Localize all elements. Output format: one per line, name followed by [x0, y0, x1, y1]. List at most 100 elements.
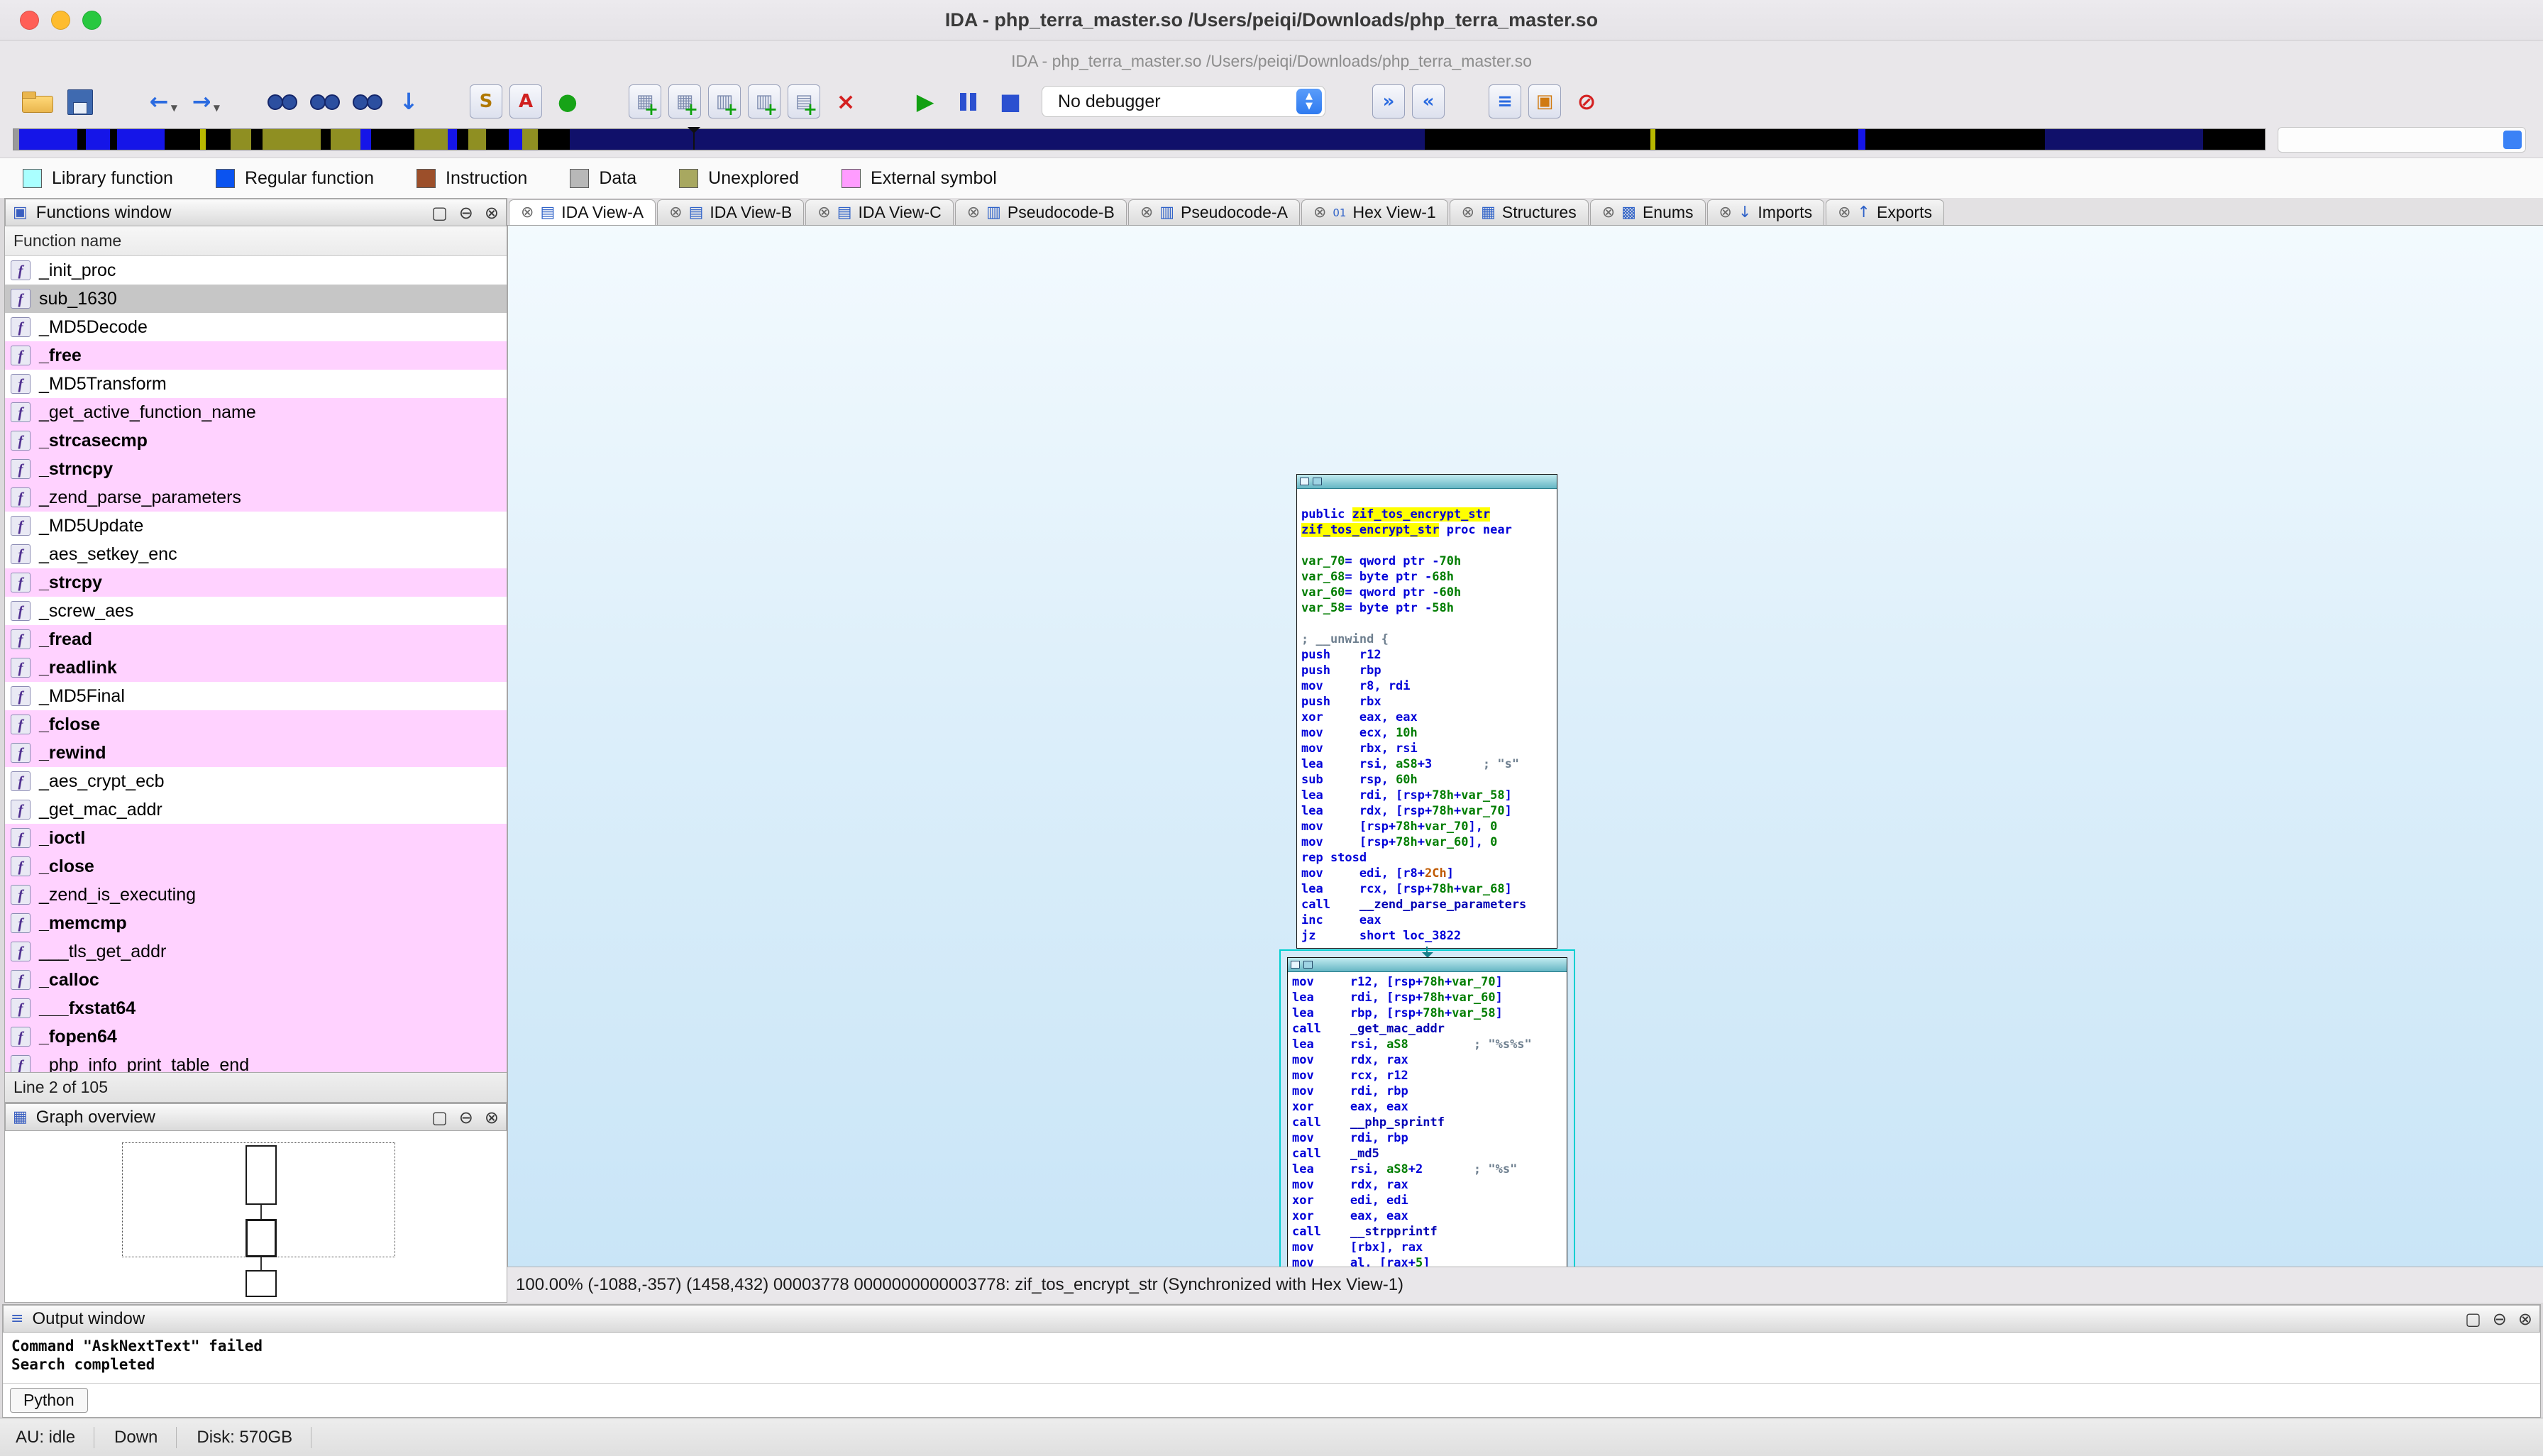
save-file-button[interactable] [60, 84, 99, 118]
output-log[interactable]: Command "AskNextText" failed Search compl… [3, 1333, 2540, 1383]
graph-overview-header[interactable]: ▦ Graph overview ▢ ⊖ ⊗ [5, 1103, 507, 1131]
debug-tool-2-button[interactable]: ▦ + [668, 84, 701, 119]
collapse-icon[interactable]: ⊖ [2493, 1309, 2507, 1329]
function-row-get-active-function-name[interactable]: f _get_active_function_name [5, 398, 507, 426]
tab-close-icon[interactable]: ⊗ [669, 204, 682, 221]
modules-button[interactable]: ▣ [1528, 84, 1561, 118]
close-window-button[interactable] [20, 11, 39, 30]
function-row-calloc[interactable]: f _calloc [5, 966, 507, 994]
function-row-php-info-print-table-end[interactable]: f _php_info_print_table_end [5, 1051, 507, 1072]
function-row-fopen64[interactable]: f _fopen64 [5, 1022, 507, 1051]
function-row-aes-crypt-ecb[interactable]: f _aes_crypt_ecb [5, 767, 507, 795]
minimize-window-button[interactable] [51, 11, 70, 30]
function-row-ioctl[interactable]: f _ioctl [5, 824, 507, 852]
function-row-sub-1630[interactable]: f sub_1630 [5, 285, 507, 313]
tab-close-icon[interactable]: ⊗ [1719, 204, 1732, 221]
tab-close-icon[interactable]: ⊗ [1462, 204, 1474, 221]
undock-icon[interactable]: ▢ [431, 203, 448, 223]
function-name-column-header[interactable]: Function name [5, 226, 507, 256]
function-row-md5transform[interactable]: f _MD5Transform [5, 370, 507, 398]
tab-imports[interactable]: ⊗ ↓ Imports [1706, 199, 1825, 225]
tab-close-icon[interactable]: ⊗ [521, 204, 534, 221]
function-row-zend-parse-parameters[interactable]: f _zend_parse_parameters [5, 483, 507, 512]
open-file-button[interactable] [17, 84, 57, 118]
close-panel-icon[interactable]: ⊗ [485, 203, 499, 223]
close-panel-icon[interactable]: ⊗ [2518, 1309, 2532, 1329]
tab-ida-view-c[interactable]: ⊗ ▤ IDA View-C [805, 199, 954, 225]
zoom-window-button[interactable] [82, 11, 101, 30]
tab-close-icon[interactable]: ⊗ [1602, 204, 1615, 221]
tab-ida-view-a[interactable]: ⊗ ▤ IDA View-A [509, 199, 656, 225]
function-row-get-mac-addr[interactable]: f _get_mac_addr [5, 795, 507, 824]
debug-tool-1-button[interactable]: ▦ + [629, 84, 661, 119]
collapse-icon[interactable]: ⊖ [459, 1108, 473, 1127]
collapse-icon[interactable]: ⊖ [459, 203, 473, 223]
tab-ida-view-b[interactable]: ⊗ ▤ IDA View-B [657, 199, 805, 225]
debug-tool-5-button[interactable]: ▤ + [788, 84, 820, 119]
tab-pseudocode-a[interactable]: ⊗ ▥ Pseudocode-A [1127, 199, 1300, 225]
graph-view[interactable]: public zif_tos_encrypt_str zif_tos_encryp… [507, 226, 2543, 1267]
navband-search-box[interactable] [2278, 127, 2526, 153]
close-panel-icon[interactable]: ⊗ [485, 1108, 499, 1127]
function-row-md5update[interactable]: f _MD5Update [5, 512, 507, 540]
function-row-tls-get-addr[interactable]: f ___tls_get_addr [5, 937, 507, 966]
navband-position-marker[interactable] [688, 127, 701, 150]
windows-list-button[interactable]: ≡ [1489, 84, 1521, 118]
tab-exports[interactable]: ⊗ ↑ Exports [1826, 199, 1944, 225]
tab-close-icon[interactable]: ⊗ [1313, 204, 1326, 221]
tab-close-icon[interactable]: ⊗ [1838, 204, 1850, 221]
cli-interpreter-button[interactable]: Python [10, 1388, 88, 1413]
search-text-button[interactable] [261, 84, 301, 118]
function-row-fread[interactable]: f _fread [5, 625, 507, 653]
pause-process-button[interactable] [948, 84, 988, 118]
undock-icon[interactable]: ▢ [2465, 1309, 2481, 1329]
function-row-fxstat64[interactable]: f ___fxstat64 [5, 994, 507, 1022]
function-row-close[interactable]: f _close [5, 852, 507, 881]
function-row-zend-is-executing[interactable]: f _zend_is_executing [5, 881, 507, 909]
navigate-back-button[interactable]: ← ▼ [139, 84, 179, 118]
function-row-init-proc[interactable]: f _init_proc [5, 256, 507, 285]
tab-structures[interactable]: ⊗ ▦ Structures [1449, 199, 1589, 225]
delete-button[interactable]: × [826, 84, 866, 118]
jump-down-button[interactable]: ↓ [389, 84, 429, 118]
tab-close-icon[interactable]: ⊗ [1140, 204, 1153, 221]
function-row-strncpy[interactable]: f _strncpy [5, 455, 507, 483]
attach-process-button[interactable]: » [1372, 84, 1405, 118]
undock-icon[interactable]: ▢ [431, 1108, 448, 1127]
debug-tool-3-button[interactable]: ▥ + [708, 84, 741, 119]
stop-process-button[interactable]: ■ [991, 84, 1030, 118]
basic-block-entry[interactable]: public zif_tos_encrypt_str zif_tos_encryp… [1296, 474, 1557, 949]
record-button[interactable]: ● [548, 84, 588, 118]
tab-hex-view-1[interactable]: ⊗ 01 Hex View-1 [1301, 199, 1448, 225]
function-row-screw-aes[interactable]: f _screw_aes [5, 597, 507, 625]
tab-close-icon[interactable]: ⊗ [817, 204, 830, 221]
function-row-rewind[interactable]: f _rewind [5, 739, 507, 767]
tab-close-icon[interactable]: ⊗ [967, 204, 980, 221]
basic-block-fallthrough[interactable]: mov r12, [rsp+78h+var_70] lea rdi, [rsp+7… [1287, 957, 1567, 1267]
function-row-strcasecmp[interactable]: f _strcasecmp [5, 426, 507, 455]
function-list[interactable]: f _init_proc f sub_1630 f _MD5Decode f _free f _M… [5, 256, 507, 1072]
detach-process-button[interactable]: « [1412, 84, 1445, 118]
function-row-memcmp[interactable]: f _memcmp [5, 909, 507, 937]
function-row-readlink[interactable]: f _readlink [5, 653, 507, 682]
run-script-button[interactable]: S [470, 84, 502, 118]
color-item-button[interactable]: A [509, 84, 542, 118]
search-binary-button[interactable] [304, 84, 343, 118]
search-next-button[interactable] [346, 84, 386, 118]
function-row-strcpy[interactable]: f _strcpy [5, 568, 507, 597]
navigation-band[interactable] [13, 127, 2266, 150]
node-title-bar[interactable] [1288, 958, 1567, 972]
navband-search-button[interactable] [2503, 131, 2522, 149]
output-window-header[interactable]: ≡ Output window ▢ ⊖ ⊗ [3, 1305, 2540, 1333]
navigate-forward-button[interactable]: → ▼ [182, 84, 221, 118]
function-row-free[interactable]: f _free [5, 341, 507, 370]
cli-input[interactable] [97, 1387, 2533, 1413]
node-title-bar[interactable] [1297, 475, 1557, 489]
disable-trace-button[interactable]: ⊘ [1567, 84, 1606, 118]
debugger-select[interactable]: No debugger ▲ ▼ [1042, 86, 1325, 117]
functions-window-header[interactable]: ▣ Functions window ▢ ⊖ ⊗ [5, 199, 507, 226]
graph-overview-canvas[interactable] [5, 1131, 507, 1302]
function-row-md5decode[interactable]: f _MD5Decode [5, 313, 507, 341]
function-row-md5final[interactable]: f _MD5Final [5, 682, 507, 710]
tab-enums[interactable]: ⊗ ▩ Enums [1589, 199, 1706, 225]
